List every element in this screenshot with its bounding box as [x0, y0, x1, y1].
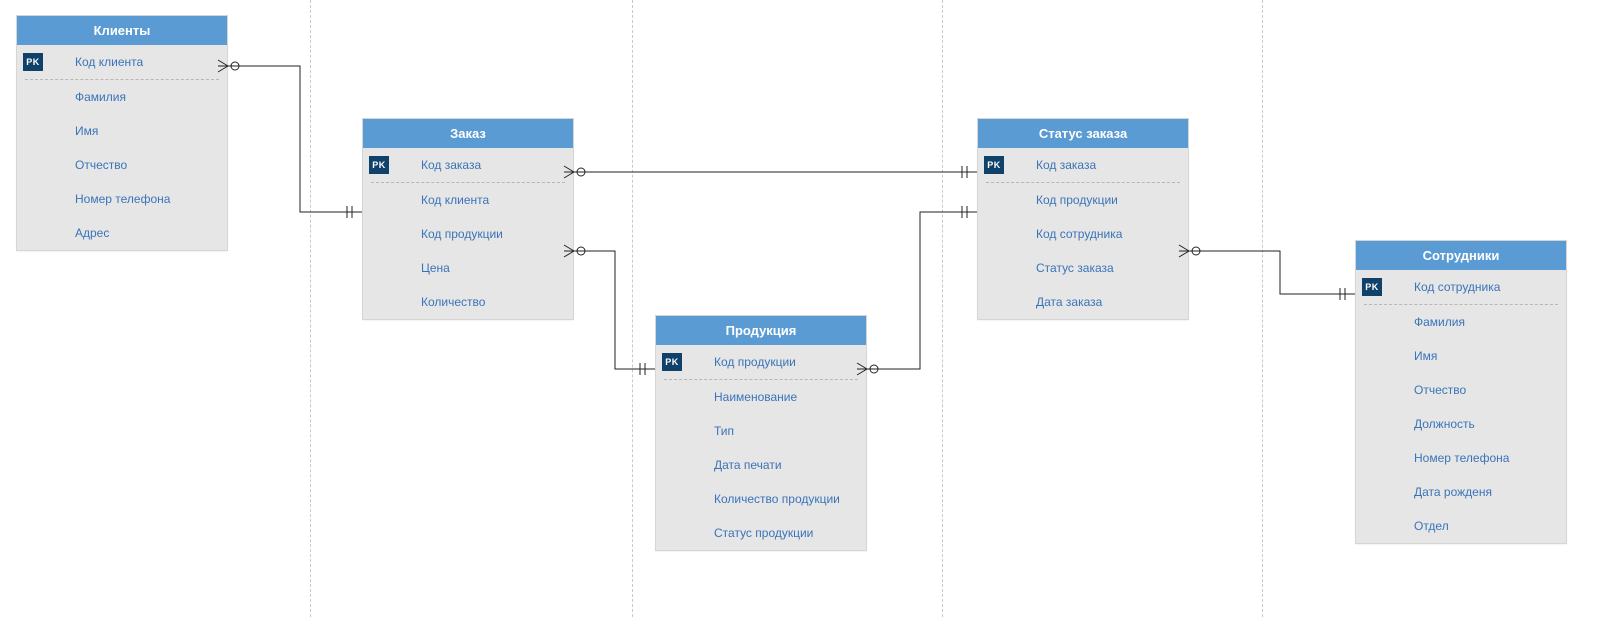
field-label: Имя: [1414, 349, 1437, 363]
field-label: Адрес: [75, 226, 109, 240]
field-pk: PK Код заказа: [363, 148, 573, 182]
field-label: Дата заказа: [1036, 295, 1102, 309]
pk-badge: PK: [984, 156, 1004, 174]
entity-title: Продукция: [656, 316, 866, 345]
lane-divider: [942, 0, 943, 617]
rel-status-employees: [1179, 245, 1355, 300]
field: Код продукции: [978, 183, 1188, 217]
field: Дата рожденя: [1356, 475, 1566, 509]
field-pk: PK Код заказа: [978, 148, 1188, 182]
field: Отчество: [17, 148, 227, 182]
field: Имя: [17, 114, 227, 148]
field: Фамилия: [17, 80, 227, 114]
field: Количество: [363, 285, 573, 319]
field-label: Должность: [1414, 417, 1475, 431]
field-label: Код продукции: [421, 227, 503, 241]
field-pk: PK Код продукции: [656, 345, 866, 379]
field: Номер телефона: [1356, 441, 1566, 475]
entity-title: Заказ: [363, 119, 573, 148]
field: Дата печати: [656, 448, 866, 482]
field-label: Дата рожденя: [1414, 485, 1492, 499]
entity-title: Сотрудники: [1356, 241, 1566, 270]
field: Код продукции: [363, 217, 573, 251]
field-label: Код сотрудника: [1414, 280, 1500, 294]
field-label: Номер телефона: [75, 192, 170, 206]
field: Адрес: [17, 216, 227, 250]
pk-badge: PK: [23, 53, 43, 71]
field-label: Отчество: [1414, 383, 1466, 397]
field: Дата заказа: [978, 285, 1188, 319]
entity-status[interactable]: Статус заказа PK Код заказа Код продукци…: [977, 118, 1189, 320]
rel-clients-order: [218, 60, 362, 218]
field-label: Имя: [75, 124, 98, 138]
field: Номер телефона: [17, 182, 227, 216]
entity-title: Клиенты: [17, 16, 227, 45]
field: Отдел: [1356, 509, 1566, 543]
rel-product-status: [857, 206, 977, 375]
field-label: Количество: [421, 295, 485, 309]
lane-divider: [310, 0, 311, 617]
field-label: Фамилия: [1414, 315, 1465, 329]
field: Статус продукции: [656, 516, 866, 550]
field: Код клиента: [363, 183, 573, 217]
field-label: Отдел: [1414, 519, 1449, 533]
rel-order-status: [564, 166, 977, 178]
field-label: Код заказа: [1036, 158, 1096, 172]
field-label: Код сотрудника: [1036, 227, 1122, 241]
field-label: Код клиента: [75, 55, 143, 69]
field-label: Тип: [714, 424, 734, 438]
field: Количество продукции: [656, 482, 866, 516]
entity-order[interactable]: Заказ PK Код заказа Код клиента Код прод…: [362, 118, 574, 320]
field: Статус заказа: [978, 251, 1188, 285]
entity-employees[interactable]: Сотрудники PK Код сотрудника Фамилия Имя…: [1355, 240, 1567, 544]
field: Должность: [1356, 407, 1566, 441]
field-label: Номер телефона: [1414, 451, 1509, 465]
pk-badge: PK: [662, 353, 682, 371]
field: Наименование: [656, 380, 866, 414]
field: Тип: [656, 414, 866, 448]
field-label: Фамилия: [75, 90, 126, 104]
field: Имя: [1356, 339, 1566, 373]
lane-divider: [632, 0, 633, 617]
rel-order-product: [564, 245, 655, 375]
entity-product[interactable]: Продукция PK Код продукции Наименование …: [655, 315, 867, 551]
field-label: Код клиента: [421, 193, 489, 207]
field-pk: PK Код сотрудника: [1356, 270, 1566, 304]
entity-title: Статус заказа: [978, 119, 1188, 148]
field-label: Статус заказа: [1036, 261, 1114, 275]
lane-divider: [1262, 0, 1263, 617]
field: Отчество: [1356, 373, 1566, 407]
pk-badge: PK: [1362, 278, 1382, 296]
field-label: Код заказа: [421, 158, 481, 172]
er-diagram-canvas: Клиенты PK Код клиента Фамилия Имя Отчес…: [0, 0, 1620, 617]
pk-badge: PK: [369, 156, 389, 174]
field-label: Отчество: [75, 158, 127, 172]
field-label: Код продукции: [1036, 193, 1118, 207]
entity-clients[interactable]: Клиенты PK Код клиента Фамилия Имя Отчес…: [16, 15, 228, 251]
field: Цена: [363, 251, 573, 285]
field: Фамилия: [1356, 305, 1566, 339]
field-label: Цена: [421, 261, 450, 275]
field-label: Дата печати: [714, 458, 782, 472]
field: Код сотрудника: [978, 217, 1188, 251]
field-label: Статус продукции: [714, 526, 813, 540]
field-pk: PK Код клиента: [17, 45, 227, 79]
field-label: Наименование: [714, 390, 797, 404]
field-label: Количество продукции: [714, 492, 840, 506]
field-label: Код продукции: [714, 355, 796, 369]
